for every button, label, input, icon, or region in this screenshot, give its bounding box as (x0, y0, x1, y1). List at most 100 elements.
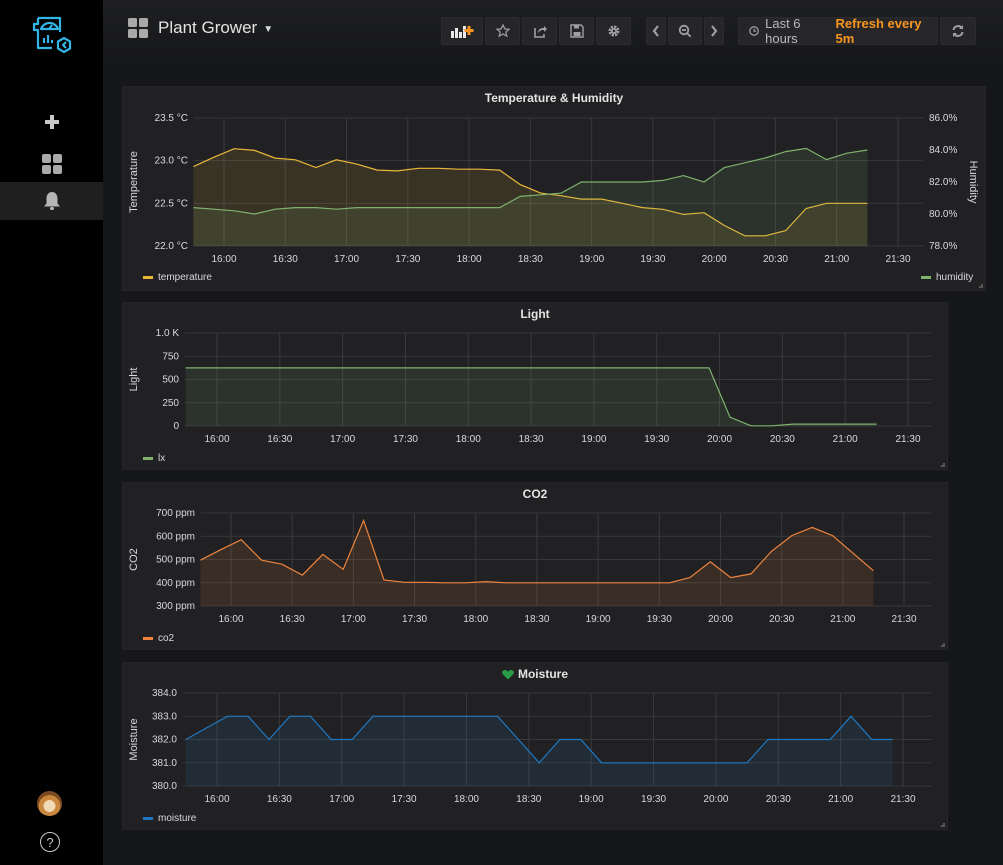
y-tick-label: 700 ppm (156, 508, 195, 519)
panel-light[interactable]: Light 0 250 500 750 1.0 K 16:00 16:30 17:00 17:3… (122, 302, 948, 470)
save-icon (569, 24, 584, 38)
panel-temperature-humidity[interactable]: Temperature & Humidity 22.0 °C 22.5 °C 23.… (122, 86, 986, 291)
share-button[interactable] (522, 17, 557, 45)
refresh-button[interactable] (940, 17, 976, 45)
y-tick-label: 300 ppm (156, 601, 195, 612)
x-tick-label: 21:00 (833, 434, 858, 445)
x-tick-label: 18:30 (516, 794, 541, 805)
sidebar-item-dashboards[interactable] (0, 145, 103, 183)
panel-resize-handle[interactable] (941, 643, 945, 647)
x-tick-label: 21:00 (830, 614, 855, 625)
x-tick-label: 21:30 (895, 434, 920, 445)
series-area-lx (185, 367, 877, 426)
legend-item-lx[interactable]: lx (143, 453, 165, 464)
y-tick-label: 380.0 (152, 781, 177, 792)
star-button[interactable] (485, 17, 520, 45)
y-axis-label: Temperature (128, 151, 140, 213)
legend-item-humidity[interactable]: humidity (921, 272, 973, 283)
y2-tick-label: 86.0% (929, 113, 957, 124)
y-tick-label: 500 ppm (156, 555, 195, 566)
x-tick-label: 16:00 (204, 434, 229, 445)
chevron-right-icon (711, 25, 718, 37)
x-tick-label: 20:30 (766, 794, 791, 805)
panel-resize-handle[interactable] (941, 823, 945, 827)
x-tick-label: 20:00 (707, 434, 732, 445)
temperature-humidity-chart: 22.0 °C 22.5 °C 23.0 °C 23.5 °C 78.0% 80.0% 82… (128, 113, 979, 265)
x-tick-label: 16:00 (211, 254, 236, 265)
panel-resize-handle[interactable] (979, 284, 983, 288)
legend-item-temperature[interactable]: temperature (143, 272, 212, 283)
x-tick-label: 19:30 (641, 794, 666, 805)
y2-tick-label: 80.0% (929, 209, 957, 220)
x-tick-label: 16:30 (267, 434, 292, 445)
panel-co2[interactable]: CO2 300 ppm 400 ppm 500 ppm 600 ppm 700 ppm 1… (122, 482, 948, 650)
dashboard-picker[interactable]: Plant Grower ▼ (128, 18, 273, 38)
y-tick-label: 381.0 (152, 758, 177, 769)
star-icon (495, 24, 510, 38)
x-tick-label: 20:30 (770, 434, 795, 445)
y2-axis-label: Humidity (967, 161, 979, 204)
x-tick-label: 19:30 (647, 614, 672, 625)
caret-down-icon: ▼ (263, 24, 274, 35)
x-tick-label: 16:00 (218, 614, 243, 625)
moisture-chart: 380.0 381.0 382.0 383.0 384.0 16:00 16:30 17:00… (128, 688, 931, 805)
x-tick-label: 19:30 (644, 434, 669, 445)
sidebar-item-create[interactable] (0, 103, 103, 141)
x-tick-label: 16:30 (280, 614, 305, 625)
sidebar: ? (0, 0, 103, 865)
time-range-label: Last 6 hours (765, 16, 801, 46)
x-tick-label: 20:00 (708, 614, 733, 625)
time-forward-button[interactable] (704, 17, 724, 45)
time-back-button[interactable] (646, 17, 666, 45)
legend-swatch (921, 276, 931, 279)
legend-swatch (143, 457, 153, 460)
x-tick-label: 18:30 (518, 254, 543, 265)
legend-item-moisture[interactable]: moisture (143, 813, 196, 824)
clock-icon (749, 26, 759, 36)
y-axis-label: Moisture (128, 718, 140, 760)
panel-moisture[interactable]: Moisture 380.0 381.0 382.0 383.0 384.0 16:00 1… (122, 662, 948, 830)
add-panel-button[interactable] (441, 17, 483, 45)
time-picker-button[interactable]: Last 6 hours Refresh every 5m (738, 16, 938, 46)
y2-tick-label: 82.0% (929, 177, 957, 188)
zoom-out-icon (678, 24, 692, 38)
grafana-logo-icon[interactable] (28, 12, 76, 56)
y-tick-label: 383.0 (152, 711, 177, 722)
x-tick-label: 18:30 (519, 434, 544, 445)
x-tick-label: 20:00 (703, 794, 728, 805)
x-tick-label: 17:00 (330, 434, 355, 445)
x-tick-label: 20:30 (763, 254, 788, 265)
save-button[interactable] (559, 17, 594, 45)
refresh-icon (952, 25, 964, 37)
dashboard-grid-icon (128, 18, 148, 38)
x-tick-label: 20:00 (702, 254, 727, 265)
x-tick-label: 21:00 (824, 254, 849, 265)
legend-item-co2[interactable]: co2 (143, 633, 174, 644)
x-tick-label: 17:00 (341, 614, 366, 625)
co2-chart: 300 ppm 400 ppm 500 ppm 600 ppm 700 ppm 16:00… (128, 508, 931, 625)
zoom-out-button[interactable] (668, 17, 702, 45)
panel-resize-handle[interactable] (941, 463, 945, 467)
chevron-left-icon (652, 25, 659, 37)
legend-swatch (143, 817, 153, 820)
y-tick-label: 600 ppm (156, 531, 195, 542)
y-tick-label: 750 (162, 351, 179, 362)
x-tick-label: 19:00 (579, 254, 604, 265)
grid-icon (41, 154, 62, 174)
settings-button[interactable] (596, 17, 631, 45)
help-icon[interactable]: ? (40, 832, 60, 852)
sidebar-item-alerting[interactable] (0, 182, 103, 220)
x-tick-label: 16:30 (273, 254, 298, 265)
x-tick-label: 19:30 (640, 254, 665, 265)
y-axis-label: CO2 (128, 548, 140, 571)
refresh-interval-label: Refresh every 5m (835, 16, 922, 46)
x-tick-label: 19:00 (586, 614, 611, 625)
user-avatar[interactable] (37, 791, 62, 816)
legend-swatch (143, 637, 153, 640)
share-icon (533, 26, 547, 38)
y-axis-label: Light (128, 368, 140, 392)
y-tick-label: 382.0 (152, 735, 177, 746)
x-tick-label: 21:30 (890, 794, 915, 805)
legend-swatch (143, 276, 153, 279)
x-tick-label: 18:30 (524, 614, 549, 625)
